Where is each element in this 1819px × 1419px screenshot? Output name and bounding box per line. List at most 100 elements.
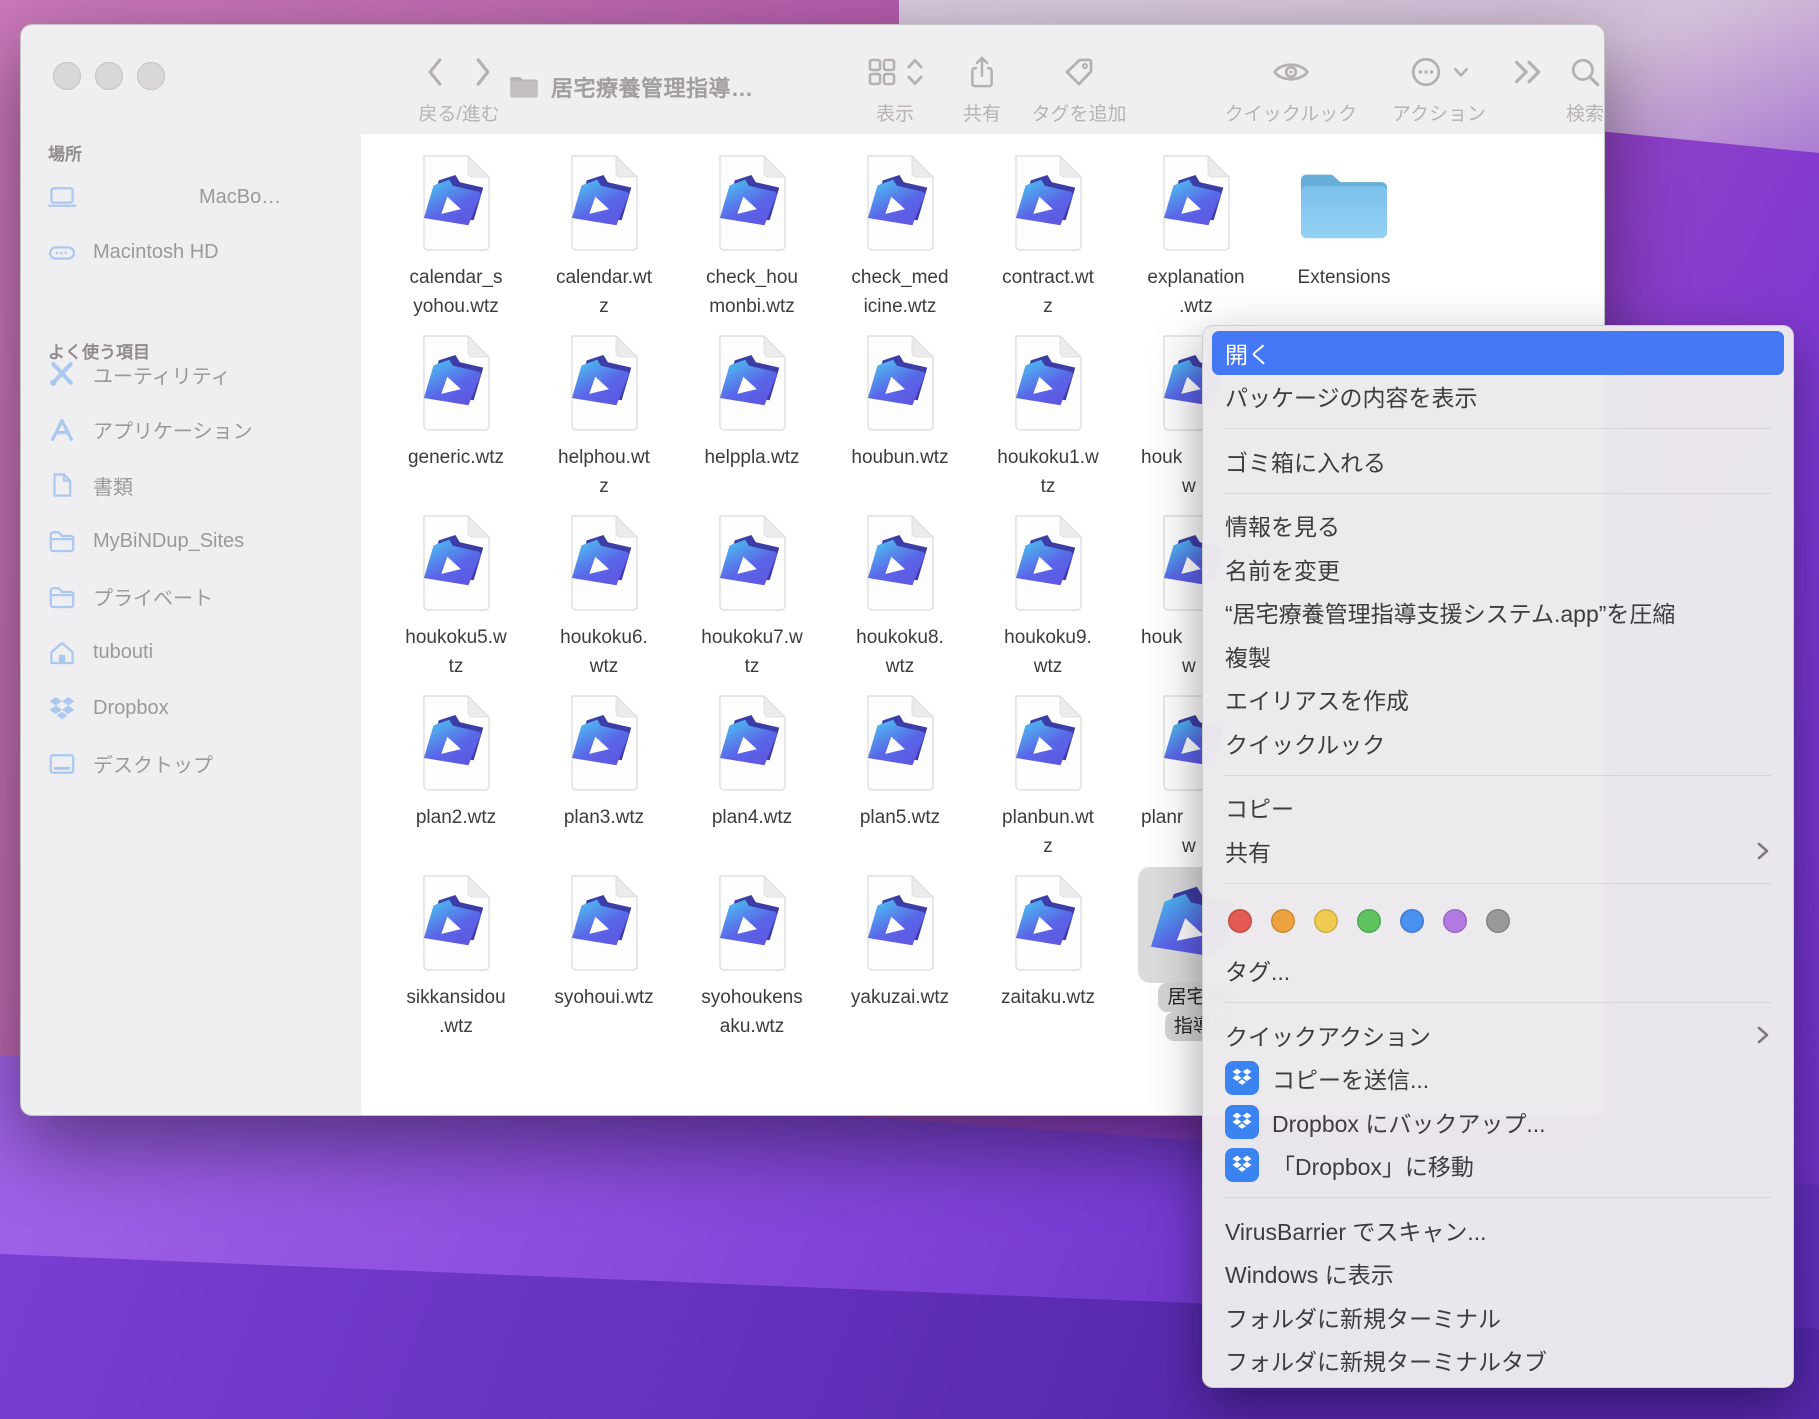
menu-item-dropbox[interactable]: 「Dropbox」に移動 [1212,1144,1784,1188]
menu-item-[interactable]: 共有 [1212,829,1784,873]
file-name: plan5.wtz [826,803,974,832]
sidebar-item-mybindup_sites[interactable]: MyBiNDup_Sites [47,521,353,561]
yellow-tag-icon[interactable] [1314,909,1338,933]
file-name-line: z [530,472,678,501]
menu-item-[interactable]: フォルダに新規ターミナル [1212,1295,1784,1339]
wtz-document-icon [564,873,644,973]
menu-item-dropbox[interactable]: Dropbox にバックアップ... [1212,1100,1784,1144]
menu-separator [1224,1002,1772,1003]
wtz-file-icon [974,693,1122,797]
file-item[interactable]: plan4.wtz [678,693,826,832]
sidebar-item-[interactable]: アプリケーション [47,410,353,450]
gray-tag-icon[interactable] [1486,909,1510,933]
sidebar-item-[interactable]: ユーティリティ [47,354,353,394]
wtz-document-icon [416,873,496,973]
file-item[interactable]: plan2.wtz [382,693,530,832]
wtz-file-icon [530,693,678,797]
wtz-document-icon [860,513,940,613]
sidebar-item-[interactable]: プライベート [47,577,353,617]
red-tag-icon[interactable] [1228,909,1252,933]
file-item[interactable]: houkoku1.wtz [974,333,1122,501]
menu-item-[interactable]: ゴミ箱に入れる [1212,439,1784,483]
sidebar-item-dropbox[interactable]: Dropbox [47,688,353,728]
menu-item-label: コピー [1225,790,1294,824]
grid-view-icon [866,56,898,88]
zoom-button[interactable] [137,62,165,90]
file-item[interactable]: check_medicine.wtz [826,153,974,321]
file-item[interactable]: plan5.wtz [826,693,974,832]
file-item[interactable]: syohoukensaku.wtz [678,873,826,1041]
file-item[interactable]: houkoku9.wtz [974,513,1122,681]
wtz-file-icon [974,513,1122,617]
back-icon[interactable] [422,55,448,89]
folder-icon [47,582,77,612]
menu-item-app[interactable]: “居宅療養管理指導支援システム.app”を圧縮 [1212,591,1784,635]
menu-item-[interactable]: 開く [1212,331,1784,375]
file-item[interactable]: houkoku5.wtz [382,513,530,681]
menu-item-label: 「Dropbox」に移動 [1272,1148,1474,1182]
action-label: アクション [1369,99,1509,126]
file-item[interactable]: zaitaku.wtz [974,873,1122,1012]
file-item[interactable]: generic.wtz [382,333,530,472]
menu-item-[interactable]: パッケージの内容を表示 [1212,375,1784,419]
menu-item-[interactable]: クイックアクション [1212,1013,1784,1057]
wtz-document-icon [712,693,792,793]
view-label: 表示 [847,99,943,126]
menu-item-[interactable]: クイックルック [1212,721,1784,765]
wtz-file-icon [382,153,530,257]
menu-item-[interactable]: 情報を見る [1212,504,1784,548]
quicklook-button[interactable]: クイックルック [1191,49,1391,126]
menu-item-[interactable]: エイリアスを作成 [1212,678,1784,722]
forward-icon[interactable] [470,55,496,89]
file-item[interactable]: planbun.wtz [974,693,1122,861]
blue-tag-icon[interactable] [1400,909,1424,933]
file-item[interactable]: houkoku7.wtz [678,513,826,681]
menu-item-virusbarrier[interactable]: VirusBarrier でスキャン... [1212,1208,1784,1252]
file-name: sikkansidou.wtz [382,983,530,1041]
file-item[interactable]: contract.wtz [974,153,1122,321]
file-item[interactable]: houkoku6.wtz [530,513,678,681]
menu-item-windows[interactable]: Windows に表示 [1212,1252,1784,1296]
file-name-line: explanation [1122,263,1270,292]
quicklook-label: クイックルック [1191,99,1391,126]
menu-item-[interactable]: コピーを送信... [1212,1057,1784,1101]
sidebar-item-macintoshhd[interactable]: Macintosh HD [47,233,353,273]
minimize-button[interactable] [95,62,123,90]
file-item[interactable]: helphou.wtz [530,333,678,501]
file-item[interactable]: sikkansidou.wtz [382,873,530,1041]
purple-tag-icon[interactable] [1443,909,1467,933]
file-item[interactable]: calendar.wtz [530,153,678,321]
sidebar-item-[interactable]: 書類 [47,465,353,505]
file-item[interactable]: explanation.wtz [1122,153,1270,321]
view-button[interactable]: 表示 [847,49,943,126]
file-item[interactable]: syohoui.wtz [530,873,678,1012]
wtz-document-icon [416,693,496,793]
file-item[interactable]: plan3.wtz [530,693,678,832]
menu-item-[interactable]: コピー [1212,786,1784,830]
wtz-file-icon [678,153,826,257]
file-name-line: .wtz [382,1012,530,1041]
sidebar-item-tubouti[interactable]: tubouti [47,633,353,673]
orange-tag-icon[interactable] [1271,909,1295,933]
search-button[interactable]: 検索 [1537,49,1633,126]
file-item[interactable]: houbun.wtz [826,333,974,472]
file-item[interactable]: Extensions [1270,153,1418,292]
wtz-document-icon [416,333,496,433]
menu-item-[interactable]: 複製 [1212,634,1784,678]
menu-item-[interactable]: タグ... [1212,949,1784,993]
file-item[interactable]: yakuzai.wtz [826,873,974,1012]
menu-item-[interactable]: 名前を変更 [1212,547,1784,591]
action-button[interactable]: アクション [1369,49,1509,126]
close-button[interactable] [53,62,81,90]
file-item[interactable]: houkoku8.wtz [826,513,974,681]
menu-item-label: “居宅療養管理指導支援システム.app”を圧縮 [1225,595,1675,629]
green-tag-icon[interactable] [1357,909,1381,933]
file-item[interactable]: helppla.wtz [678,333,826,472]
sidebar-item-[interactable]: デスクトップ [47,744,353,784]
file-item[interactable]: calendar_syohou.wtz [382,153,530,321]
menu-item-[interactable]: フォルダに新規ターミナルタブ [1212,1339,1784,1383]
file-item[interactable]: check_houmonbi.wtz [678,153,826,321]
add-tag-button[interactable]: タグを追加 [1001,49,1157,126]
sidebar-item-macbo[interactable]: MacBo… [47,177,353,217]
wtz-file-icon [530,873,678,977]
